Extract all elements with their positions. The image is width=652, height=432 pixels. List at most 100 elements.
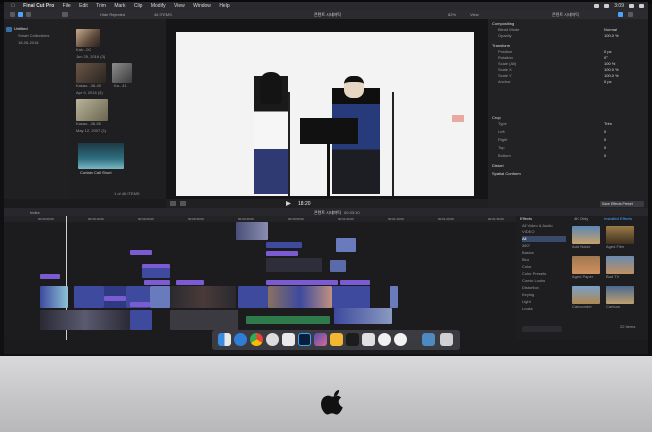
enhance-icon[interactable] — [180, 201, 186, 206]
system-preferences-icon[interactable] — [394, 333, 407, 346]
clip-thumbnail[interactable] — [76, 99, 108, 121]
inspector-toggle-icon[interactable] — [618, 12, 623, 17]
safari-icon[interactable] — [234, 333, 247, 346]
title-clip[interactable] — [176, 280, 204, 285]
share-icon[interactable] — [628, 12, 633, 17]
menu-view[interactable]: View — [174, 2, 185, 10]
inspector-param-value[interactable]: 0 — [604, 137, 606, 143]
clock[interactable]: 3:09 — [614, 2, 624, 10]
sketch-icon[interactable] — [330, 333, 343, 346]
effects-search-field[interactable] — [522, 326, 562, 332]
inspector-section[interactable]: Spatial Conform — [492, 171, 521, 177]
effect-thumbnail[interactable] — [606, 256, 634, 274]
effects-category[interactable]: Looks — [522, 306, 533, 312]
clip-thumbnail[interactable] — [76, 63, 106, 83]
smart-collections-item[interactable]: Smart Collections — [18, 33, 49, 39]
effect-thumbnail[interactable] — [572, 286, 600, 304]
analyze-icon[interactable] — [26, 12, 31, 17]
preview-icon[interactable] — [282, 333, 295, 346]
title-clip[interactable] — [340, 280, 370, 285]
installed-effects-popup[interactable]: Installed Effects — [604, 216, 632, 221]
zoom-popup[interactable]: 82% — [448, 12, 456, 17]
effects-category[interactable]: All — [522, 236, 566, 242]
video-frame[interactable] — [176, 32, 474, 196]
menu-app-name[interactable]: Final Cut Pro — [23, 2, 54, 10]
audio-clip[interactable] — [246, 316, 330, 324]
import-icon[interactable] — [10, 12, 15, 17]
primary-clip[interactable] — [74, 286, 104, 308]
primary-clip[interactable] — [170, 286, 236, 308]
menu-modify[interactable]: Modify — [151, 2, 166, 10]
title-clip[interactable] — [144, 280, 170, 285]
inspector-param-value[interactable]: 100.0 % — [604, 33, 619, 39]
downloads-folder-icon[interactable] — [422, 333, 435, 346]
final-cut-icon[interactable] — [346, 333, 359, 346]
imovie-icon[interactable] — [314, 333, 327, 346]
effects-category[interactable]: Color — [522, 264, 532, 270]
primary-clip[interactable] — [150, 286, 170, 308]
effects-category[interactable]: Keying — [522, 292, 534, 298]
title-clip[interactable] — [40, 274, 60, 279]
menu-mark[interactable]: Mark — [114, 2, 125, 10]
effect-thumbnail[interactable] — [606, 286, 634, 304]
inspector-section[interactable]: Distort — [492, 163, 504, 169]
menu-list-icon[interactable] — [639, 4, 644, 8]
effects-category[interactable]: VIDEO — [522, 229, 534, 235]
title-clip[interactable] — [104, 296, 126, 301]
keyword-icon[interactable] — [18, 12, 23, 17]
library-toggle-icon[interactable] — [62, 12, 68, 17]
primary-clip[interactable] — [332, 286, 370, 308]
inspector-param-value[interactable]: 0 — [604, 145, 606, 151]
library-item[interactable]: Untitled — [14, 26, 28, 32]
connected-clip[interactable] — [170, 310, 238, 330]
effect-thumbnail[interactable] — [572, 256, 600, 274]
connected-clip[interactable] — [236, 222, 268, 240]
play-icon[interactable] — [286, 201, 291, 206]
4k-only-toggle[interactable]: 4K Only — [574, 216, 588, 221]
font-book-icon[interactable] — [362, 333, 375, 346]
index-button[interactable]: Index — [30, 210, 40, 215]
battery-icon[interactable] — [604, 4, 610, 8]
effects-category[interactable]: Comic Looks — [522, 278, 545, 284]
event-item[interactable]: 18-05-2018 — [18, 40, 38, 46]
primary-clip[interactable] — [40, 286, 68, 308]
apple-menu-icon[interactable]:  — [11, 2, 15, 10]
primary-clip[interactable] — [238, 286, 268, 308]
effect-thumbnail[interactable] — [606, 226, 634, 244]
title-clip[interactable] — [266, 251, 298, 256]
primary-clip[interactable] — [268, 286, 332, 308]
clip-thumbnail[interactable] — [112, 63, 132, 83]
title-clip[interactable] — [130, 250, 152, 255]
primary-clip[interactable] — [390, 286, 398, 308]
chrome-icon[interactable] — [250, 333, 263, 346]
effects-category[interactable]: Basics — [522, 250, 534, 256]
search-icon[interactable] — [629, 4, 634, 8]
title-clip[interactable] — [266, 280, 338, 285]
connected-clip[interactable] — [336, 238, 356, 252]
menu-file[interactable]: File — [63, 2, 71, 10]
filter-popup[interactable]: Hide Rejected — [100, 12, 125, 17]
effect-thumbnail[interactable] — [572, 226, 600, 244]
inspector-param-value[interactable]: Trim — [604, 121, 612, 127]
menu-clip[interactable]: Clip — [134, 2, 143, 10]
connected-clip[interactable] — [266, 242, 302, 248]
inspector-param-value[interactable]: 0 — [604, 153, 606, 159]
clip-thumbnail[interactable] — [78, 143, 124, 169]
itunes-icon[interactable] — [378, 333, 391, 346]
photoshop-icon[interactable] — [298, 333, 311, 346]
clip-thumbnail[interactable] — [76, 29, 100, 47]
connected-clip[interactable] — [40, 310, 130, 330]
finder-icon[interactable] — [218, 333, 231, 346]
connected-clip[interactable] — [142, 264, 170, 278]
view-popup[interactable]: View — [470, 12, 479, 17]
connected-clip[interactable] — [266, 258, 322, 272]
menu-edit[interactable]: Edit — [79, 2, 88, 10]
menu-trim[interactable]: Trim — [96, 2, 106, 10]
wifi-icon[interactable] — [594, 4, 600, 8]
inspector-param-value[interactable]: 0 — [604, 129, 606, 135]
photos-icon[interactable] — [266, 333, 279, 346]
menu-window[interactable]: Window — [193, 2, 211, 10]
effects-category[interactable]: Distortion — [522, 285, 539, 291]
effects-category[interactable]: Light — [522, 299, 531, 305]
effects-category[interactable]: Color Presets — [522, 271, 546, 277]
